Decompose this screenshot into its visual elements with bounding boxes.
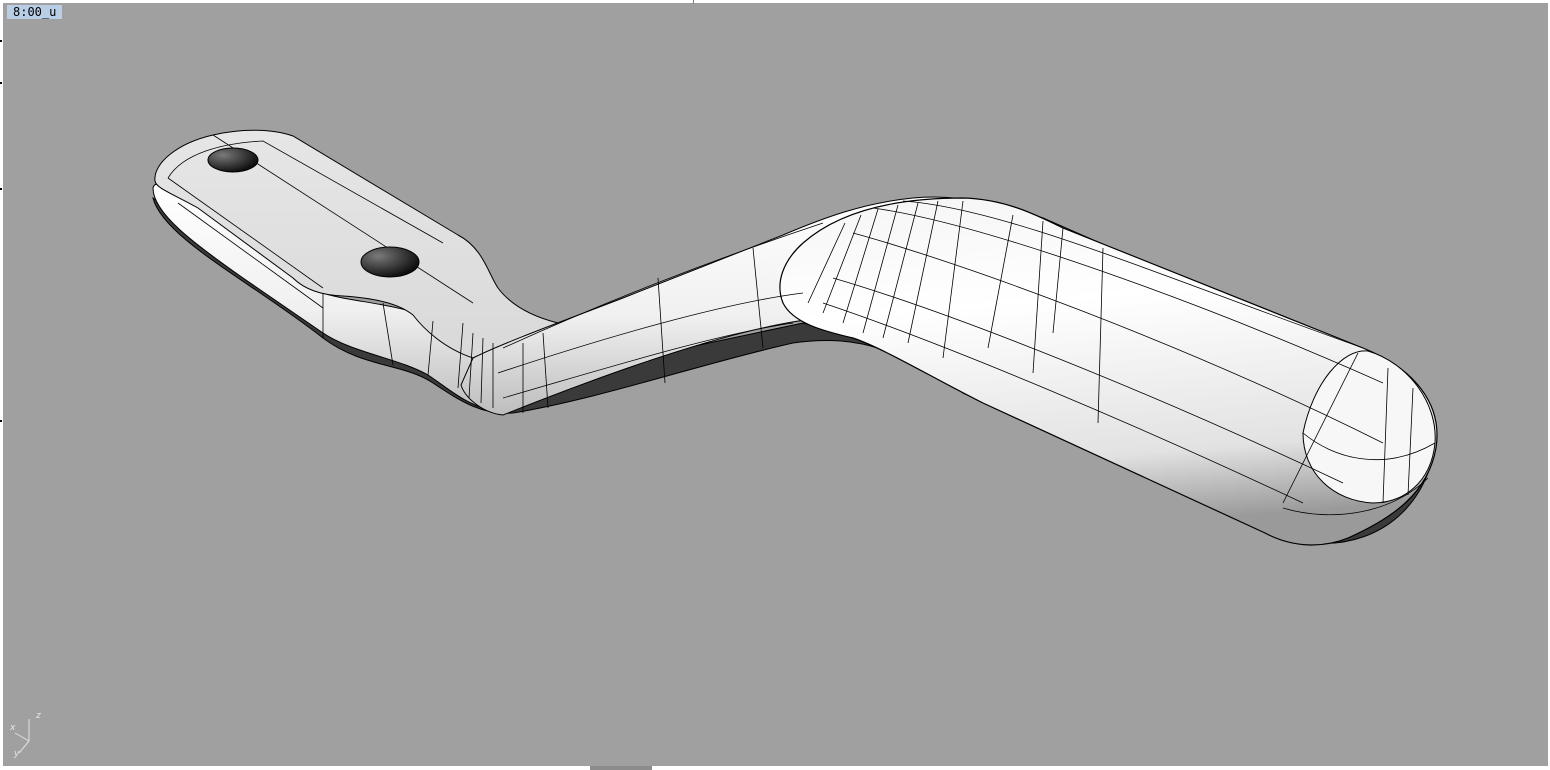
mounting-hole-1 [207,147,259,173]
ruler-mark [0,188,2,190]
bottom-scroll-tab[interactable] [590,766,652,770]
ruler-mark [0,420,2,422]
axis-widget: x y z [9,711,49,761]
crank-handle-model[interactable] [3,3,1548,766]
axis-x-label: x [10,723,16,733]
axis-z-label: z [36,711,41,721]
axis-y-label: y [14,749,20,759]
ruler-mark [0,82,2,84]
viewport-title[interactable]: 8:00_u [7,5,63,19]
ruler-mark [0,40,2,42]
viewport-divider-tick [693,0,694,4]
bottom-strip [0,766,1550,770]
mounting-hole-2 [360,246,420,278]
perspective-viewport[interactable]: 8:00_u x y z [3,3,1548,766]
